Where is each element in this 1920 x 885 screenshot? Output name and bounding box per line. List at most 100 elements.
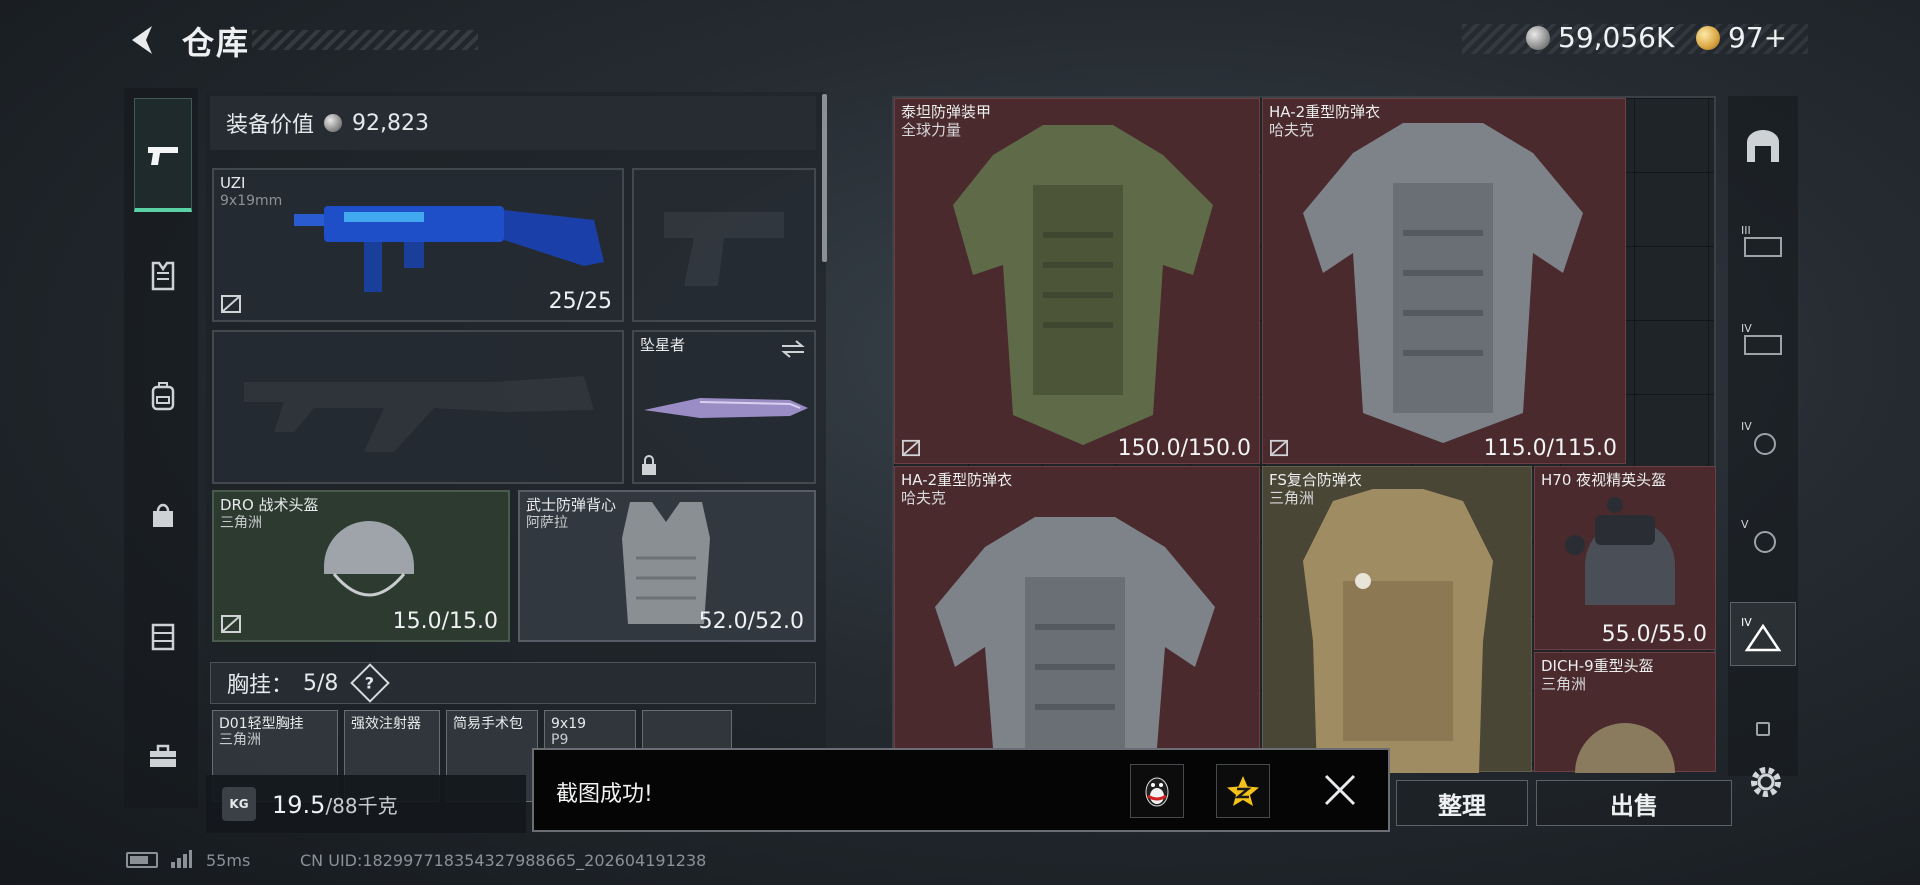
pistol-slot-empty[interactable] [632,168,816,322]
sidebar-item-weapons[interactable] [134,126,192,186]
rig-item-sub: P9 [551,732,569,748]
vest-icon [151,261,175,291]
help-icon[interactable]: ? [350,663,391,703]
qq-penguin-icon [1145,777,1169,807]
battery-icon [126,852,158,868]
chest-rig-bar: 胸挂： 5/8 ? [210,662,816,704]
weapon-ammo: 25/25 [548,289,612,314]
qzone-star-icon [1227,776,1259,806]
no-insurance-icon [221,295,241,313]
armor-durability: 52.0/52.0 [698,609,804,634]
filter-tier-4-active[interactable]: IV [1732,604,1794,664]
armor-origin: 阿萨拉 [526,515,568,531]
secondary-weapon-slot-empty[interactable] [212,330,624,484]
lock-icon [642,455,656,475]
blade-image [644,398,808,418]
filter-tier-5[interactable]: V [1732,506,1794,566]
titan-armor-image [953,125,1213,445]
pistol-icon [148,147,178,165]
svg-text:IV: IV [1741,420,1752,433]
item-name: HA-2重型防弹衣 [901,471,1013,489]
sidebar-item-backpack[interactable] [134,366,192,426]
equipment-value: 92,823 [352,110,429,136]
weight-kg-icon: KG [222,787,256,821]
item-name: H70 夜视精英头盔 [1541,471,1667,489]
rifle-silhouette-icon [244,376,594,452]
item-origin: 三角洲 [1541,675,1587,693]
armor-tier-icon: III [1741,224,1782,257]
rig-item-name: 强效注射器 [351,716,421,732]
sell-button[interactable]: 出售 [1536,780,1732,826]
storage-item-fs-armor[interactable]: FS复合防弹衣 三角洲 [1262,466,1532,773]
storage-item-ha2-armor-2[interactable]: HA-2重型防弹衣 哈夫克 [894,466,1260,773]
item-durability: 55.0/55.0 [1601,622,1707,647]
night-vision-helmet-image [1565,497,1675,605]
storage-item-titan-armor[interactable]: 泰坦防弹装甲 全球力量 150.0/150.0 [894,98,1260,464]
silver-coin-icon [1526,25,1550,50]
item-durability: 150.0/150.0 [1117,436,1251,461]
helmet-tier-icon: V [1741,518,1776,553]
helmet-durability: 15.0/15.0 [392,609,498,634]
filter-tier-4-armor[interactable]: IV [1732,310,1794,370]
toast-message: 截图成功! [556,782,653,807]
helmet-slot[interactable]: DRO 战术头盔 三角洲 15.0/15.0 [212,490,510,642]
back-arrow-icon[interactable] [126,22,160,58]
silver-coin-icon [324,114,343,132]
armor-name: 武士防弹背心 [526,496,617,514]
uzi-rifle-image [294,206,604,292]
title-stripe-decoration [252,30,478,50]
gold-coin-icon [1696,25,1720,50]
collapse-icon[interactable] [1756,722,1770,736]
storage-home-icon [1747,130,1779,162]
ha2-armor-image [1303,123,1583,443]
storage-item-dich9-helmet[interactable]: DICH-9重型头盔 三角洲 [1534,652,1716,773]
storage-item-h70-helmet[interactable]: H70 夜视精英头盔 55.0/55.0 [1534,466,1716,650]
no-insurance-icon [221,615,241,633]
settings-gear-icon[interactable] [1748,764,1784,800]
equipment-value-label: 装备价值 [226,113,315,138]
sidebar-item-container[interactable] [134,606,192,666]
uid-text: CN UID:1829977183543279886​65_2026041912… [300,851,707,870]
signal-icon [171,850,192,868]
filter-all[interactable] [1732,116,1794,176]
silver-currency[interactable]: 59,056K [1526,21,1674,54]
armor-slot[interactable]: 武士防弹背心 阿萨拉 52.0/52.0 [518,490,816,642]
storage-item-ha2-armor[interactable]: HA-2重型防弹衣 哈夫克 115.0/115.0 [1262,98,1626,464]
swap-icon[interactable] [780,338,806,360]
share-qq-button[interactable] [1130,764,1184,818]
gold-currency[interactable]: 97+ [1696,21,1787,54]
backpack-icon [151,382,175,411]
item-origin: 哈夫克 [901,489,947,507]
sort-button[interactable]: 整理 [1396,780,1528,826]
melee-name: 坠星者 [640,336,686,354]
weapon-caliber: 9x19mm [220,193,283,209]
armor-tier-icon: IV [1741,322,1782,355]
weight-bar: KG 19.5/88千克 [206,775,526,833]
no-insurance-icon [902,439,920,457]
equipment-value-bar: 装备价值 92,823 [210,96,816,150]
svg-text:III: III [1741,224,1751,237]
close-icon[interactable] [1322,772,1358,808]
melee-slot[interactable]: 坠星者 [632,330,816,484]
rig-item-name: 简易手术包 [453,716,523,732]
share-qzone-button[interactable] [1216,764,1270,818]
item-durability: 115.0/115.0 [1483,436,1617,461]
svg-text:IV: IV [1741,616,1752,629]
filter-tier-3[interactable]: III [1732,212,1794,272]
ha2-armor-image [935,517,1215,773]
sidebar-item-bag[interactable] [134,484,192,544]
sidebar-item-toolbox[interactable] [134,726,192,786]
chest-rig-count: 5/8 [303,670,339,696]
sidebar-item-armor[interactable] [134,246,192,306]
bag-icon [153,503,173,527]
item-name: DICH-9重型头盔 [1541,657,1654,675]
filter-tier-4-helmet[interactable]: IV [1732,408,1794,468]
weight-value: 19.5/88千克 [272,790,398,819]
pistol-silhouette-icon [664,212,784,286]
screenshot-toast: 截图成功! [532,748,1390,832]
loadout-scrollbar[interactable] [822,94,827,262]
helmet-origin: 三角洲 [220,515,262,531]
primary-weapon-slot[interactable]: UZI 9x19mm 25/25 [212,168,624,322]
page-title: 仓库 [182,24,251,62]
svg-text:IV: IV [1741,322,1752,335]
